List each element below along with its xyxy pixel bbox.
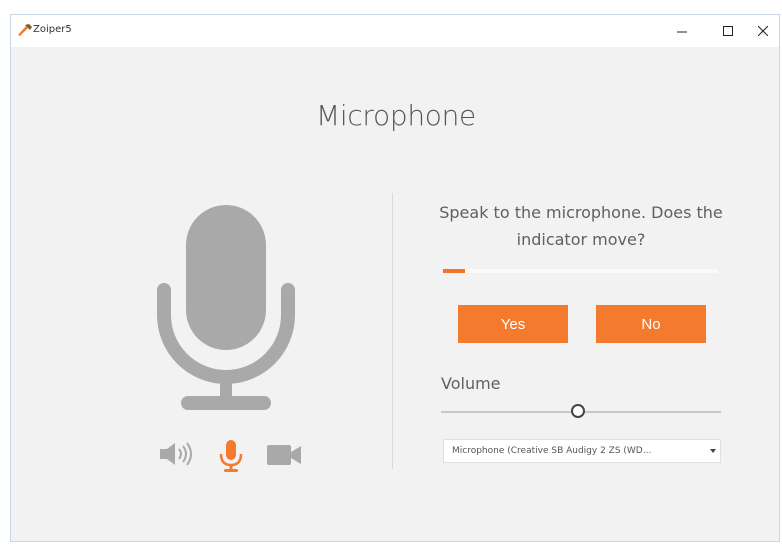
yes-button[interactable]: Yes — [458, 305, 568, 343]
microphone-icon[interactable] — [218, 440, 244, 474]
title-bar: Zoiper5 — [11, 15, 779, 47]
input-level-meter — [443, 269, 718, 273]
minimize-icon — [677, 31, 687, 33]
input-level-fill — [443, 269, 465, 273]
volume-slider-thumb[interactable] — [571, 404, 586, 418]
no-button[interactable]: No — [596, 305, 706, 343]
zoiper-logo-icon — [18, 24, 32, 36]
vertical-divider — [392, 193, 393, 469]
minimize-button[interactable] — [659, 15, 705, 47]
speaker-icon[interactable] — [159, 440, 195, 468]
instruction-text: Speak to the microphone. Does the indica… — [439, 203, 723, 249]
maximize-icon — [723, 26, 733, 36]
app-window: Zoiper5 Microphone Speak to the micropho… — [10, 14, 780, 542]
window-title: Zoiper5 — [33, 24, 72, 35]
page-title: Microphone — [316, 99, 476, 132]
close-icon — [758, 26, 768, 36]
camera-icon[interactable] — [267, 443, 303, 467]
microphone-device-dropdown[interactable]: Microphone (Creative SB Audigy 2 ZS (WD.… — [443, 439, 721, 463]
large-microphone-icon — [157, 205, 295, 410]
dropdown-selected-value: Microphone (Creative SB Audigy 2 ZS (WD.… — [452, 446, 652, 456]
close-button[interactable] — [740, 15, 782, 47]
chevron-down-icon — [710, 449, 716, 453]
volume-label: Volume — [441, 374, 501, 393]
